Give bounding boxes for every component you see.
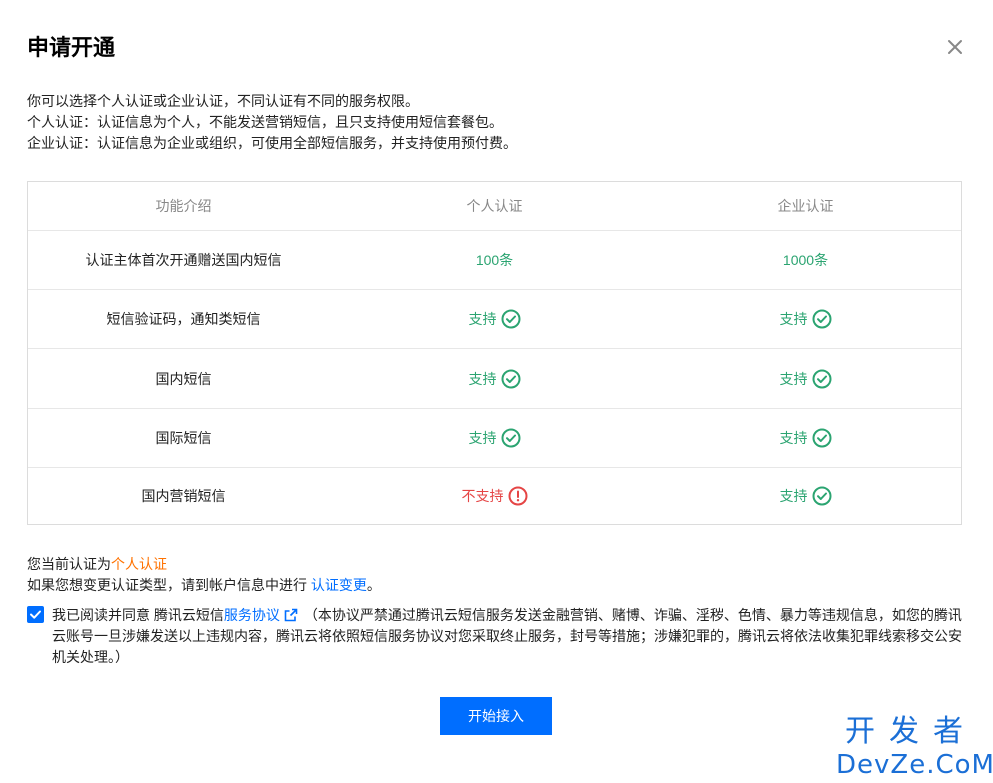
header-feature: 功能介绍 bbox=[155, 198, 212, 214]
intro-line: 个人认证：认证信息为个人，不能发送营销短信，且只支持使用短信套餐包。 bbox=[27, 114, 503, 130]
feature-cell: 短信验证码，通知类短信 bbox=[106, 311, 261, 327]
change-auth-prefix: 如果您想变更认证类型，请到帐户信息中进行 bbox=[27, 577, 311, 593]
table-row: 国内短信 支持 支持 bbox=[28, 349, 961, 409]
start-access-button[interactable]: 开始接入 bbox=[440, 697, 552, 735]
feature-cell: 认证主体首次开通赠送国内短信 bbox=[85, 252, 282, 268]
comparison-table: 功能介绍 个人认证 企业认证 认证主体首次开通赠送国内短信 100条 1000条… bbox=[27, 181, 962, 525]
change-auth-suffix: 。 bbox=[366, 577, 381, 593]
service-agreement-link[interactable]: 服务协议 bbox=[224, 607, 280, 623]
current-auth-value: 个人认证 bbox=[111, 556, 167, 572]
check-circle-icon bbox=[501, 309, 520, 329]
table-row: 短信验证码，通知类短信 支持 支持 bbox=[28, 290, 961, 349]
exclamation-circle-icon bbox=[508, 486, 527, 506]
current-auth-prefix: 您当前认证为 bbox=[27, 556, 111, 572]
header-personal: 个人认证 bbox=[466, 198, 523, 214]
intro-line: 企业认证：认证信息为企业或组织，可使用全部短信服务，并支持使用预付费。 bbox=[27, 135, 517, 151]
external-link-icon[interactable] bbox=[284, 608, 298, 622]
watermark-logo: 开发者 DevZe.CoM bbox=[836, 714, 993, 780]
personal-cell: 不支持 bbox=[339, 468, 650, 524]
current-auth-info: 您当前认证为个人认证 如果您想变更认证类型，请到帐户信息中进行 认证变更。 bbox=[27, 554, 381, 596]
close-icon[interactable] bbox=[944, 36, 966, 58]
intro-line: 你可以选择个人认证或企业认证，不同认证有不同的服务权限。 bbox=[27, 93, 419, 109]
check-circle-icon bbox=[812, 309, 831, 329]
check-circle-icon bbox=[501, 369, 520, 388]
status-text: 支持 bbox=[468, 430, 497, 446]
status-text: 支持 bbox=[779, 311, 808, 327]
header-enterprise: 企业认证 bbox=[777, 198, 834, 214]
status-text: 不支持 bbox=[461, 488, 504, 504]
personal-cell: 支持 bbox=[339, 349, 650, 408]
enterprise-cell: 支持 bbox=[650, 468, 961, 524]
check-circle-icon bbox=[812, 428, 831, 448]
table-row: 国际短信 支持 支持 bbox=[28, 409, 961, 468]
status-text: 支持 bbox=[779, 370, 808, 387]
table-row: 认证主体首次开通赠送国内短信 100条 1000条 bbox=[28, 231, 961, 290]
intro-text: 你可以选择个人认证或企业认证，不同认证有不同的服务权限。 个人认证：认证信息为个… bbox=[27, 91, 517, 154]
personal-cell: 100条 bbox=[475, 252, 514, 268]
agreement-checkbox[interactable] bbox=[27, 606, 44, 623]
enterprise-cell: 支持 bbox=[650, 290, 961, 348]
enterprise-cell: 1000条 bbox=[782, 252, 829, 268]
check-circle-icon bbox=[812, 486, 831, 506]
table-header: 功能介绍 个人认证 企业认证 bbox=[28, 182, 961, 231]
status-text: 支持 bbox=[468, 311, 497, 327]
agreement-text: 我已阅读并同意 腾讯云短信服务协议 （本协议严禁通过腾讯云短信服务发送金融营销、赌… bbox=[52, 605, 967, 668]
personal-cell: 支持 bbox=[339, 290, 650, 348]
watermark-line2: DevZe.CoM bbox=[836, 750, 993, 780]
status-text: 支持 bbox=[468, 370, 497, 387]
enterprise-cell: 支持 bbox=[650, 409, 961, 467]
watermark-line1: 开发者 bbox=[845, 715, 977, 748]
table-row: 国内营销短信 不支持 支持 bbox=[28, 468, 961, 524]
enterprise-cell: 支持 bbox=[650, 349, 961, 408]
check-circle-icon bbox=[812, 369, 831, 388]
feature-cell: 国际短信 bbox=[155, 430, 212, 446]
feature-cell: 国内营销短信 bbox=[141, 488, 226, 504]
status-text: 支持 bbox=[779, 430, 808, 446]
check-circle-icon bbox=[501, 428, 520, 448]
agreement-prefix: 我已阅读并同意 腾讯云短信 bbox=[52, 607, 224, 623]
status-text: 支持 bbox=[779, 488, 808, 504]
checkmark-icon bbox=[30, 610, 41, 619]
dialog-title: 申请开通 bbox=[27, 35, 116, 60]
feature-cell: 国内短信 bbox=[155, 370, 212, 387]
personal-cell: 支持 bbox=[339, 409, 650, 467]
change-auth-link[interactable]: 认证变更 bbox=[311, 577, 367, 593]
